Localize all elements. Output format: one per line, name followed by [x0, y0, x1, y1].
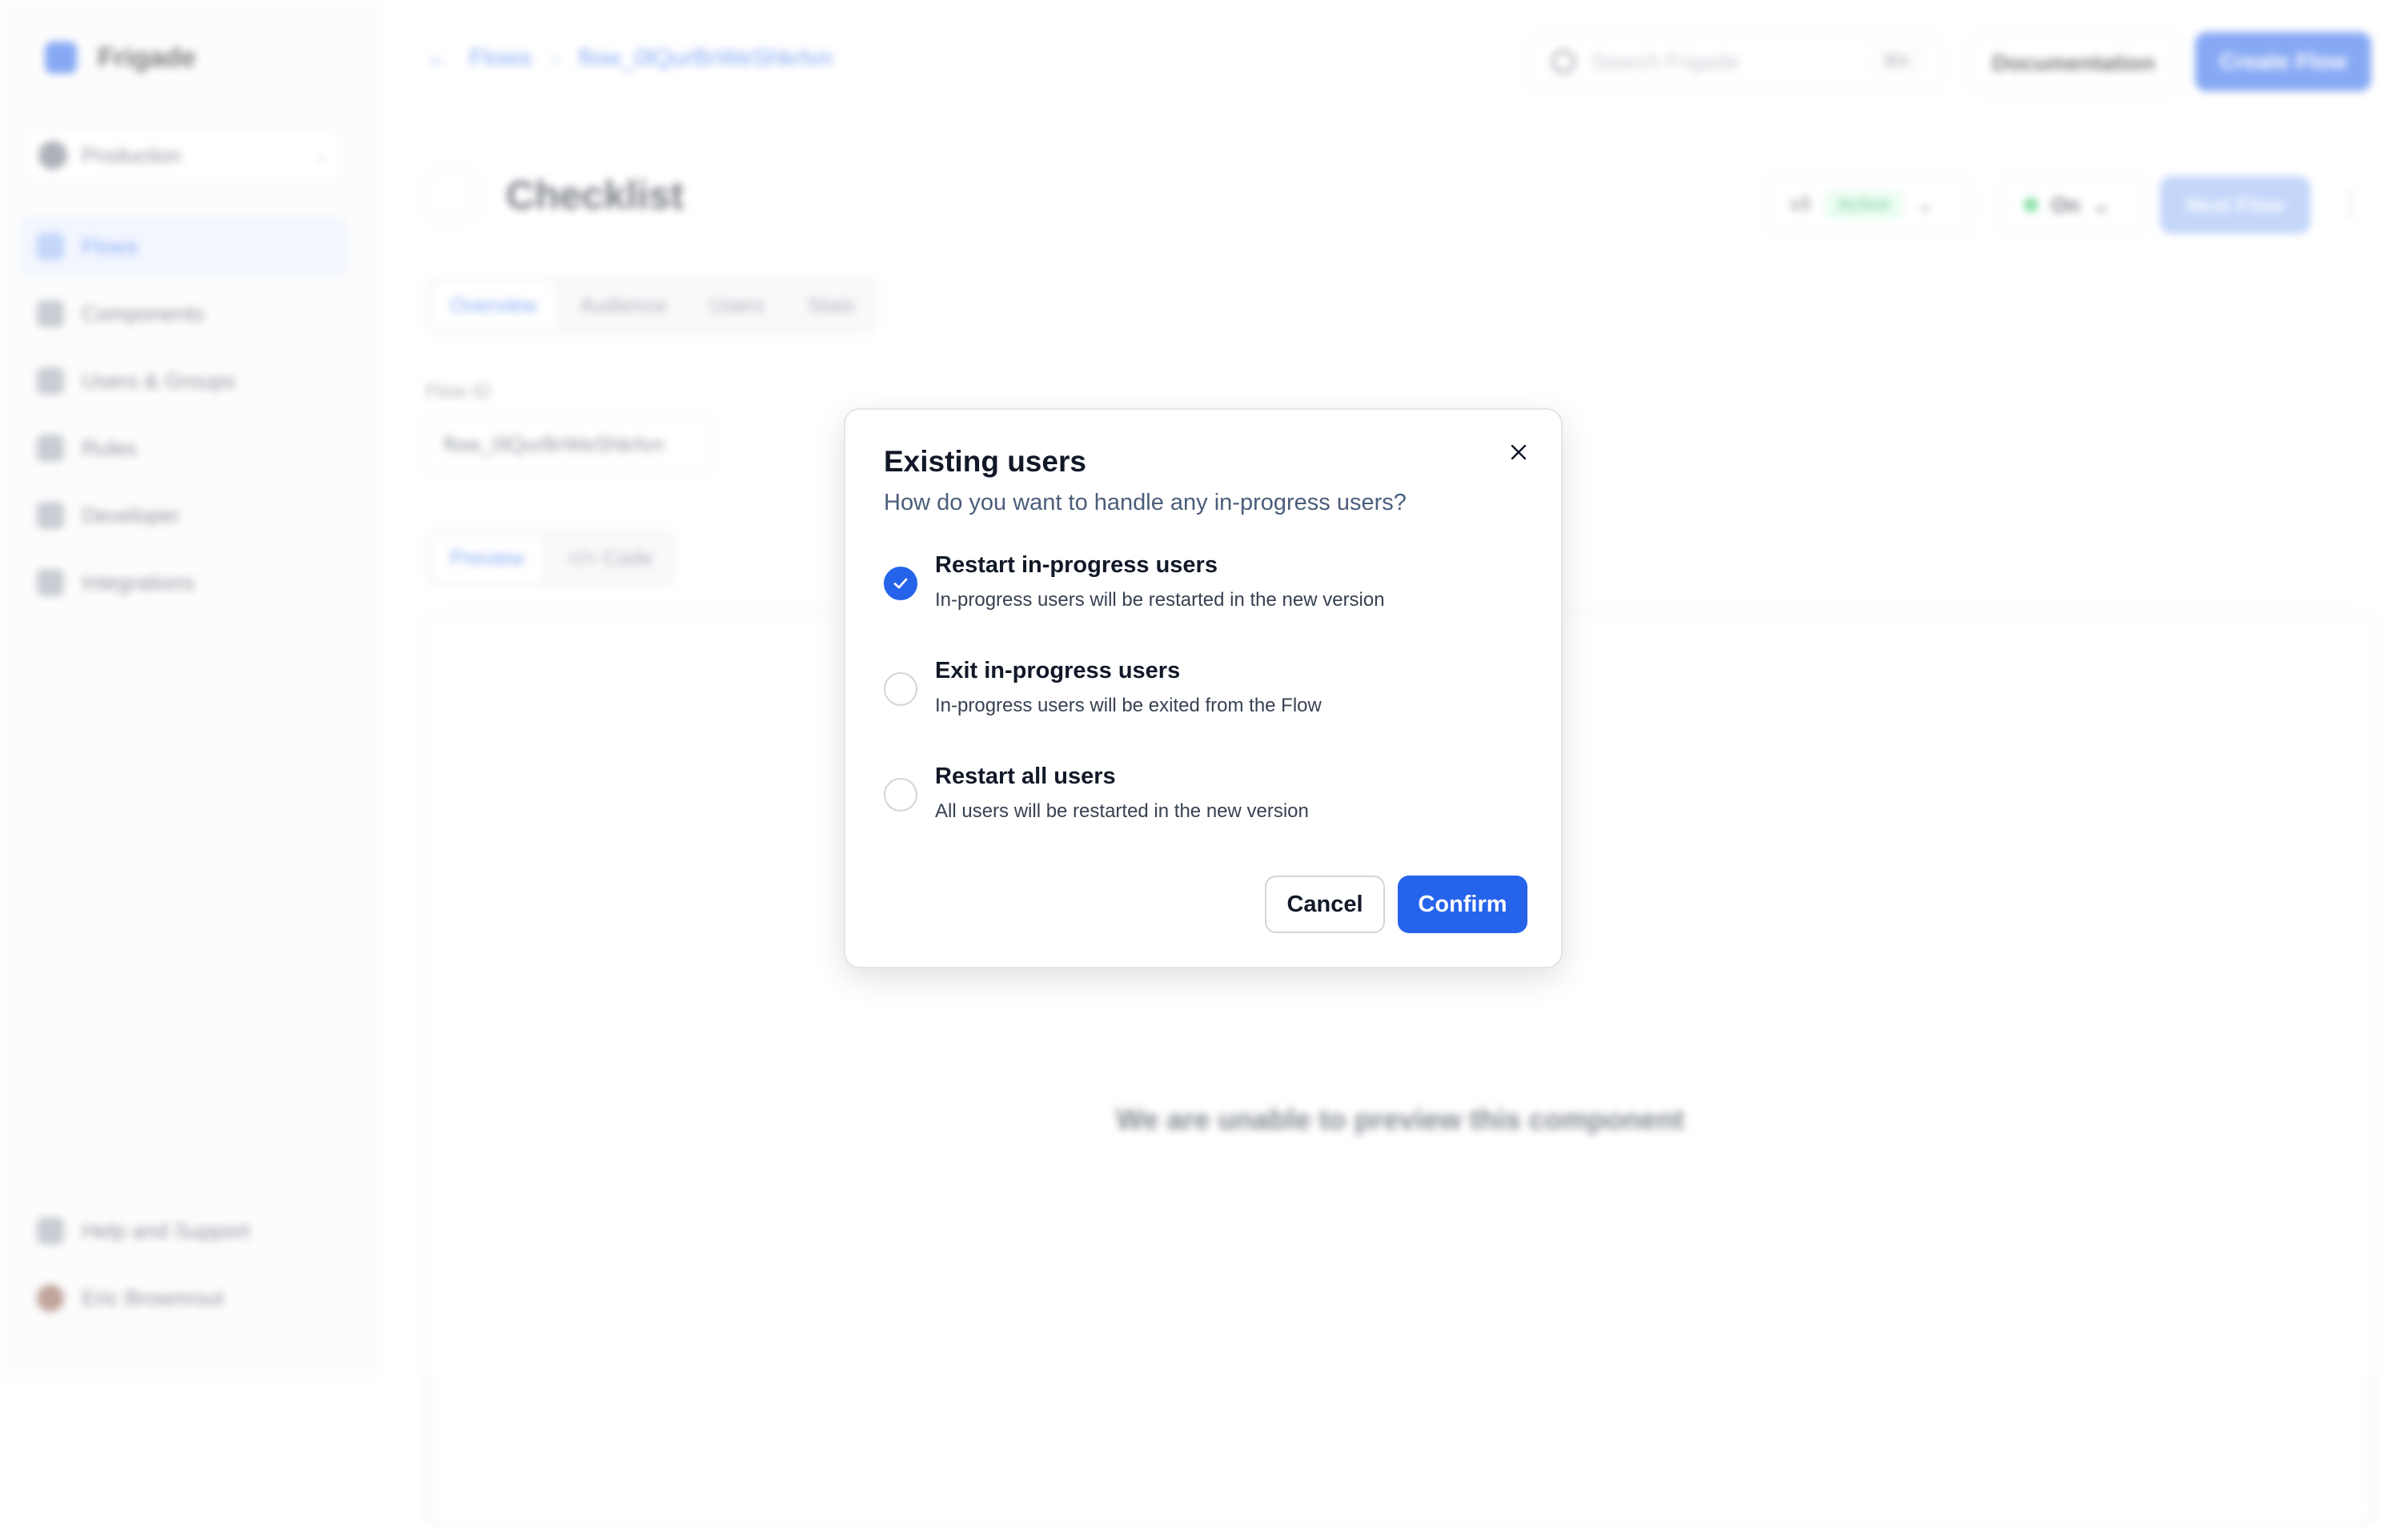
radio-restart-in-progress[interactable] — [884, 567, 917, 600]
option-restart-all[interactable]: Restart all users All users will be rest… — [884, 764, 1524, 840]
close-icon — [1511, 444, 1527, 460]
radio-restart-all[interactable] — [884, 778, 917, 812]
dialog-subtitle: How do you want to handle any in-progres… — [884, 490, 1407, 515]
existing-users-dialog: Existing users How do you want to handle… — [844, 408, 1563, 968]
option-description: In-progress users will be exited from th… — [935, 695, 1322, 716]
option-exit-in-progress[interactable]: Exit in-progress users In-progress users… — [884, 658, 1524, 735]
option-description: In-progress users will be restarted in t… — [935, 589, 1385, 611]
radio-exit-in-progress[interactable] — [884, 672, 917, 706]
dialog-title: Existing users — [884, 445, 1086, 478]
option-restart-in-progress[interactable]: Restart in-progress users In-progress us… — [884, 552, 1524, 629]
cancel-button[interactable]: Cancel — [1265, 876, 1385, 933]
check-icon — [893, 578, 908, 589]
option-description: All users will be restarted in the new v… — [935, 800, 1309, 822]
option-title: Restart all users — [935, 764, 1116, 789]
option-title: Exit in-progress users — [935, 658, 1181, 683]
confirm-button[interactable]: Confirm — [1398, 876, 1527, 933]
option-title: Restart in-progress users — [935, 552, 1218, 578]
close-button[interactable] — [1502, 435, 1535, 469]
